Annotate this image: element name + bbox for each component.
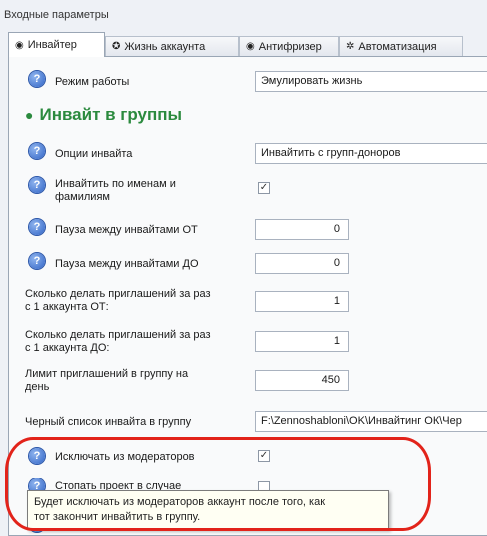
- tab-account-life[interactable]: ✪ Жизнь аккаунта: [105, 36, 239, 56]
- bullet-icon: ●: [25, 107, 34, 123]
- tab-bar: ◉ Инвайтер ✪ Жизнь аккаунта ◉ Антифризер…: [8, 32, 487, 57]
- life-icon: ✪: [112, 41, 121, 52]
- by-names-label: Инвайтить по именам и фамилиям: [55, 178, 176, 204]
- pause-to-label: Пауза между инвайтами ДО: [55, 258, 199, 270]
- invites-from-input[interactable]: 1: [255, 291, 349, 312]
- pause-from-input[interactable]: 0: [255, 219, 349, 240]
- pause-to-row: ? Пауза между инвайтами ДО 0: [9, 253, 487, 275]
- group-title: Входные параметры: [4, 9, 109, 21]
- invites-to-input[interactable]: 1: [255, 331, 349, 352]
- invites-from-label-line1: Сколько делать приглашений за раз: [25, 288, 211, 300]
- invites-from-label-line2: с 1 аккаунта ОТ:: [25, 301, 109, 313]
- limit-row: Лимит приглашений в группу на день 450: [9, 368, 487, 396]
- by-names-checkbox[interactable]: ✓: [258, 182, 270, 194]
- invite-options-row: ? Опции инвайта Инвайтить с групп-доноро…: [9, 143, 487, 165]
- help-icon[interactable]: ?: [29, 219, 45, 235]
- mode-row: ? Режим работы Эмулировать жизнь: [9, 71, 487, 93]
- tab-label: Жизнь аккаунта: [124, 40, 206, 53]
- tab-label: Инвайтер: [27, 39, 77, 51]
- invites-to-label-line1: Сколько делать приглашений за раз: [25, 329, 211, 341]
- blacklist-path-input[interactable]: F:\Zennoshabloni\OK\Инвайтинг ОК\Чер: [255, 411, 487, 432]
- pause-from-row: ? Пауза между инвайтами ОТ 0: [9, 219, 487, 241]
- limit-label-line2: день: [25, 381, 50, 393]
- invites-from-row: Сколько делать приглашений за раз с 1 ак…: [9, 288, 487, 316]
- by-names-label-line1: Инвайтить по именам и: [55, 178, 176, 190]
- help-icon[interactable]: ?: [29, 253, 45, 269]
- gear-icon: ✲: [346, 41, 355, 52]
- mode-label: Режим работы: [55, 76, 130, 88]
- limit-label: Лимит приглашений в группу на день: [25, 368, 188, 394]
- limit-input[interactable]: 450: [255, 370, 349, 391]
- by-names-row: ? Инвайтить по именам и фамилиям ✓: [9, 177, 487, 207]
- radio-icon: ◉: [246, 41, 255, 52]
- pause-to-input[interactable]: 0: [255, 253, 349, 274]
- section-title-text: Инвайт в группы: [39, 105, 183, 124]
- pause-from-label: Пауза между инвайтами ОТ: [55, 224, 198, 236]
- by-names-label-line2: фамилиям: [55, 191, 110, 203]
- invites-to-label: Сколько делать приглашений за раз с 1 ак…: [25, 329, 211, 355]
- invites-to-row: Сколько делать приглашений за раз с 1 ак…: [9, 329, 487, 357]
- invite-options-select[interactable]: Инвайтить с групп-доноров: [255, 143, 487, 164]
- radio-icon: ◉: [15, 39, 24, 51]
- tab-inviter[interactable]: ◉ Инвайтер: [8, 32, 105, 57]
- tab-automation[interactable]: ✲ Автоматизация: [339, 36, 463, 56]
- help-icon[interactable]: ?: [29, 177, 45, 193]
- mode-select[interactable]: Эмулировать жизнь: [255, 71, 487, 92]
- help-icon[interactable]: ?: [29, 71, 45, 87]
- limit-label-line1: Лимит приглашений в группу на: [25, 368, 189, 380]
- blacklist-label: Черный список инвайта в группу: [25, 416, 192, 428]
- tab-label: Антифризер: [258, 40, 322, 53]
- section-title: ● Инвайт в группы: [25, 105, 182, 125]
- tab-antifreezer[interactable]: ◉ Антифризер: [239, 36, 339, 56]
- tab-label: Автоматизация: [358, 40, 437, 53]
- invites-to-label-line2: с 1 аккаунта ДО:: [25, 342, 110, 354]
- invite-options-label: Опции инвайта: [55, 148, 133, 160]
- highlight-annotation: [5, 437, 431, 531]
- invites-from-label: Сколько делать приглашений за раз с 1 ак…: [25, 288, 211, 314]
- blacklist-row: Черный список инвайта в группу F:\Zennos…: [9, 411, 487, 433]
- help-icon[interactable]: ?: [29, 143, 45, 159]
